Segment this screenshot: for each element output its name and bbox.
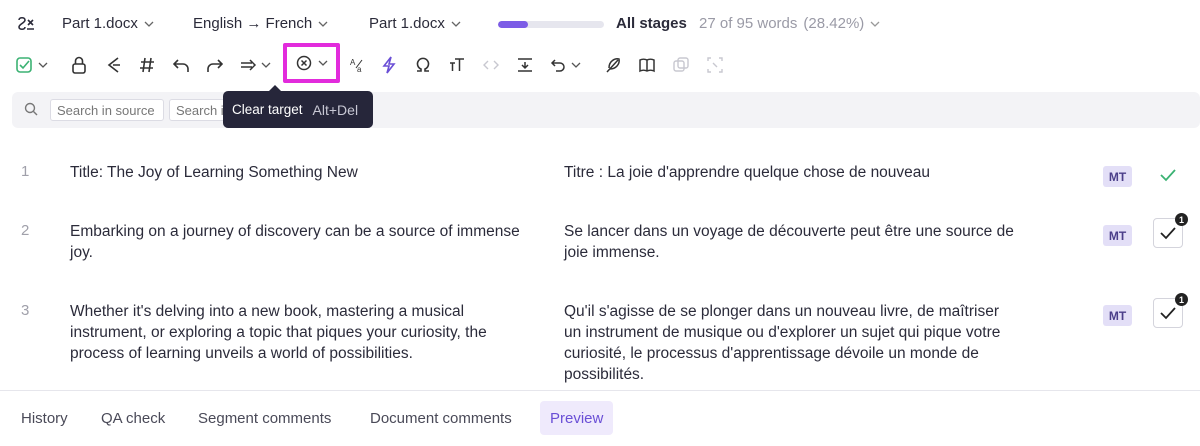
clear-circle-icon — [296, 55, 311, 71]
segment-target[interactable]: Titre : La joie d'apprendre quelque chos… — [564, 162, 1014, 183]
word-percent: (28.42%) — [803, 15, 865, 32]
segment-target[interactable]: Se lancer dans un voyage de découverte p… — [564, 221, 1014, 263]
word-count-menu[interactable]: 27 of 95 words (28.42%) — [699, 15, 880, 32]
text-format-button[interactable] — [448, 54, 466, 76]
lock-icon — [72, 56, 86, 74]
chevron-down-icon — [144, 21, 154, 27]
segment-source: Embarking on a journey of discovery can … — [70, 223, 520, 261]
tab-segment-comments[interactable]: Segment comments — [188, 401, 341, 435]
machine-translate-button[interactable] — [380, 54, 398, 76]
mt-badge: MT — [1103, 225, 1132, 246]
copy-source-button[interactable] — [240, 54, 272, 76]
check-icon — [1160, 307, 1176, 320]
glossary-button[interactable] — [638, 54, 656, 76]
redo-icon — [207, 59, 223, 72]
notification-badge: 1 — [1175, 293, 1188, 306]
segment-number: 2 — [21, 222, 30, 239]
merge-icon — [518, 58, 532, 72]
clear-target-button[interactable] — [283, 43, 340, 83]
word-count: 27 of 95 words — [699, 15, 798, 32]
comment-button[interactable] — [604, 54, 622, 76]
chevron-down-icon — [870, 21, 880, 27]
change-case-button[interactable]: Aa — [349, 54, 367, 76]
notification-badge: 1 — [1175, 213, 1188, 226]
text-format-icon — [450, 58, 464, 71]
bottom-tabs: History QA check Segment comments Docume… — [0, 390, 1200, 446]
progress-bar — [498, 21, 604, 28]
feather-icon — [606, 58, 620, 73]
search-icon — [24, 102, 38, 116]
tooltip: Clear target Alt+Del — [223, 85, 373, 128]
confirm-status-button[interactable] — [16, 54, 52, 76]
lightning-icon — [382, 56, 396, 74]
segment-number: 3 — [21, 302, 30, 319]
segment-source: Title: The Joy of Learning Something New — [70, 164, 358, 181]
confirm-segment-button[interactable]: 1 — [1153, 213, 1188, 248]
check-square-icon — [16, 57, 48, 73]
tab-qa-check[interactable]: QA check — [91, 401, 175, 435]
app-logo-icon[interactable] — [16, 14, 36, 34]
book-icon — [639, 58, 655, 73]
tooltip-shortcut: Alt+Del — [312, 101, 359, 118]
code-button[interactable] — [482, 54, 500, 76]
insert-tag-button[interactable] — [104, 54, 122, 76]
revert-icon — [550, 59, 581, 72]
search-source-input[interactable] — [50, 99, 164, 121]
progress-fill — [498, 21, 529, 28]
editor-toolbar: Aa — [0, 44, 1200, 86]
code-icon — [483, 60, 499, 70]
chevron-down-icon — [318, 21, 328, 27]
undo-button[interactable] — [172, 54, 190, 76]
tab-document-comments[interactable]: Document comments — [360, 401, 522, 435]
segment-source: Whether it's delving into a new book, ma… — [70, 303, 487, 362]
copy-button[interactable] — [672, 54, 690, 76]
language-pair-label: English → French — [193, 15, 313, 32]
file-menu[interactable]: Part 1.docx — [62, 15, 154, 32]
top-bar: Part 1.docx English → French Part 1.docx… — [0, 0, 1200, 48]
document-menu-label: Part 1.docx — [369, 15, 445, 32]
tag-icon — [107, 57, 120, 73]
tooltip-title: Clear target — [232, 102, 303, 117]
search-bar — [12, 92, 1200, 128]
confirmed-check-icon[interactable] — [1158, 165, 1178, 185]
file-menu-label: Part 1.docx — [62, 15, 138, 32]
check-icon — [1160, 227, 1176, 240]
revert-button[interactable] — [550, 54, 584, 76]
segment-number: 1 — [21, 163, 30, 180]
number-button[interactable] — [138, 54, 156, 76]
omega-icon — [416, 57, 430, 72]
document-menu[interactable]: Part 1.docx — [369, 15, 461, 32]
redo-button[interactable] — [206, 54, 224, 76]
mt-badge: MT — [1103, 166, 1132, 187]
split-segment-button[interactable] — [706, 54, 724, 76]
hash-icon — [140, 57, 154, 73]
language-pair-menu[interactable]: English → French — [193, 15, 328, 32]
copy-icon — [673, 57, 689, 72]
segment-target[interactable]: Qu'il s'agisse de se plonger dans un nou… — [564, 301, 1014, 385]
chevron-down-icon — [451, 21, 461, 27]
arrow-right-icon — [241, 59, 271, 71]
special-characters-button[interactable] — [414, 54, 432, 76]
undo-icon — [173, 59, 189, 72]
mt-badge: MT — [1103, 305, 1132, 326]
svg-text:A: A — [350, 58, 356, 67]
confirm-segment-button[interactable]: 1 — [1153, 293, 1188, 328]
chevron-down-icon — [318, 60, 327, 66]
tab-history[interactable]: History — [11, 401, 78, 435]
case-icon: Aa — [350, 58, 363, 74]
stage-label[interactable]: All stages — [616, 15, 687, 32]
lock-button[interactable] — [70, 54, 88, 76]
merge-segments-button[interactable] — [516, 54, 534, 76]
tab-preview[interactable]: Preview — [540, 401, 614, 435]
split-icon — [707, 57, 723, 73]
